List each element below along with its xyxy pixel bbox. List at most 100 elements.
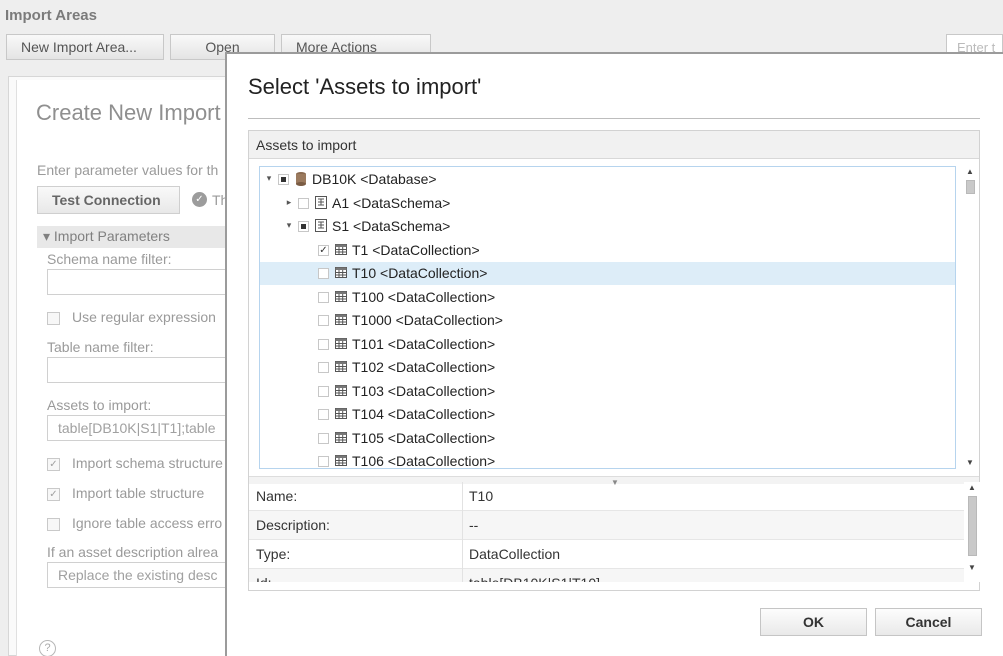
tree-item-label: T100 <DataCollection> — [352, 288, 496, 305]
tree-item-label: T1000 <DataCollection> — [352, 312, 503, 328]
table-filter-label: Table name filter: — [47, 339, 154, 355]
table-icon — [335, 455, 347, 466]
new-import-area-button[interactable]: New Import Area... — [6, 34, 164, 60]
property-key: Name: — [256, 488, 298, 504]
schema-icon — [315, 195, 327, 209]
import-table-checkbox[interactable]: ✓ — [47, 488, 60, 501]
title-divider — [248, 118, 980, 119]
tree-item-checkbox[interactable] — [298, 197, 309, 209]
table-icon — [335, 267, 347, 278]
tree-item-label: T104 <DataCollection> — [352, 406, 496, 422]
tree-item[interactable]: ▸ A1 <DataSchema> — [260, 192, 955, 215]
ignore-errors-label: Ignore table access erro — [72, 515, 223, 531]
tree-item[interactable]: T100 <DataCollection> — [260, 286, 955, 309]
property-row: Description: -- — [249, 511, 964, 540]
cancel-button[interactable]: Cancel — [875, 608, 982, 636]
tree-item[interactable]: T10 <DataCollection> — [260, 262, 955, 285]
section-label: Import Parameters — [53, 228, 170, 244]
tree-item-checkbox[interactable] — [318, 362, 329, 373]
help-icon[interactable]: ? — [39, 640, 56, 656]
schema-filter-input[interactable] — [47, 269, 237, 295]
chevron-right-icon[interactable]: ▸ — [284, 196, 294, 208]
tree-item-checkbox[interactable] — [318, 268, 329, 279]
tree-item-checkbox[interactable] — [318, 409, 329, 420]
table-icon — [335, 337, 347, 349]
form-heading: Create New Import — [36, 100, 221, 125]
test-connection-button[interactable]: Test Connection — [37, 186, 180, 214]
tree-item[interactable]: T104 <DataCollection> — [260, 403, 955, 426]
tree-item-label: S1 <DataSchema> — [332, 218, 451, 234]
properties-scrollbar[interactable]: ▲ ▼ — [964, 482, 980, 582]
database-icon — [296, 172, 306, 186]
tree-item[interactable]: T1000 <DataCollection> — [260, 309, 955, 332]
tree-item-checkbox[interactable] — [318, 291, 329, 303]
props-scroll-up-icon[interactable]: ▲ — [964, 482, 980, 494]
tree-item-checkbox[interactable] — [318, 315, 329, 326]
table-filter-input[interactable] — [47, 357, 237, 383]
property-value: T10 — [469, 488, 494, 504]
tree-item[interactable]: ▾ DB10K <Database> — [260, 168, 955, 191]
props-scroll-down-icon[interactable]: ▼ — [964, 562, 980, 574]
properties-table: Name: T10 Description: -- Type: DataCollectio… — [249, 482, 964, 582]
tree-item-checkbox[interactable] — [278, 174, 289, 185]
tree-item-label: T105 <DataCollection> — [352, 429, 496, 446]
property-row: Type: DataCollection — [249, 540, 964, 569]
table-icon — [335, 408, 347, 419]
tree-item-checkbox[interactable] — [318, 456, 329, 467]
tree-item[interactable]: T106 <DataCollection> — [260, 450, 955, 468]
tree-item-checkbox[interactable] — [298, 221, 309, 232]
tree-item[interactable]: T102 <DataCollection> — [260, 356, 955, 379]
tree-scrollbar[interactable]: ▲ ▼ — [962, 166, 978, 469]
asset-desc-label: If an asset description alrea — [47, 544, 219, 560]
import-parameters-section[interactable]: ▾ Import Parameters — [37, 226, 237, 248]
import-table-label: Import table structure — [72, 485, 205, 501]
page-title: Import Areas — [5, 7, 97, 24]
property-key: Description: — [256, 517, 330, 533]
tree-item[interactable]: ▾ S1 <DataSchema> — [260, 215, 955, 238]
tree-item-label: T102 <DataCollection> — [352, 359, 496, 375]
properties-column-divider — [462, 482, 463, 582]
property-key: Type: — [256, 546, 291, 562]
tree-item-checkbox[interactable] — [318, 432, 329, 444]
assets-label: Assets to import: — [47, 397, 152, 413]
tree-item-checkbox[interactable] — [318, 338, 329, 350]
tree-item-label: T10 <DataCollection> — [352, 265, 488, 281]
scroll-up-arrow-icon[interactable]: ▲ — [962, 166, 978, 178]
property-value: table[DB10K|S1|T10] — [469, 575, 600, 582]
tree-item[interactable]: T101 <DataCollection> — [260, 333, 955, 356]
use-regex-checkbox[interactable] — [47, 312, 60, 325]
tree-item-label: T1 <DataCollection> — [352, 241, 480, 258]
table-icon — [335, 243, 347, 255]
tree-scroll-thumb[interactable] — [966, 180, 975, 194]
table-icon — [335, 431, 347, 443]
replace-select[interactable]: Replace the existing desc — [47, 562, 237, 588]
table-icon — [335, 290, 347, 302]
tree-item[interactable]: T105 <DataCollection> — [260, 427, 955, 450]
use-regex-label: Use regular expression — [72, 309, 216, 325]
assets-input[interactable]: table[DB10K|S1|T1];table — [47, 415, 237, 441]
dialog-title: Select 'Assets to import' — [248, 74, 482, 99]
check-circle-icon: ✓ — [192, 192, 207, 207]
tree-item[interactable]: T103 <DataCollection> — [260, 380, 955, 403]
tree-item[interactable]: ✓ T1 <DataCollection> — [260, 239, 955, 262]
asset-tree[interactable]: ▾ DB10K <Database> ▸ A1 <DataSchema> ▾ S1 <Da… — [259, 166, 956, 469]
select-assets-dialog: Select 'Assets to import' Assets to impo… — [225, 52, 1003, 656]
scroll-down-arrow-icon[interactable]: ▼ — [962, 457, 978, 469]
form-intro: Enter parameter values for th — [37, 162, 219, 178]
ignore-errors-checkbox[interactable] — [47, 518, 60, 531]
schema-filter-label: Schema name filter: — [47, 251, 172, 267]
property-key: Id: — [256, 575, 272, 582]
tree-item-label: T103 <DataCollection> — [352, 382, 496, 399]
schema-icon — [315, 219, 327, 232]
props-scroll-thumb[interactable] — [968, 496, 977, 556]
import-schema-checkbox[interactable]: ✓ — [47, 458, 60, 471]
chevron-down-icon[interactable]: ▾ — [284, 219, 294, 231]
chevron-down-icon[interactable]: ▾ — [264, 172, 274, 184]
tree-item-checkbox[interactable] — [318, 385, 329, 397]
table-icon — [335, 314, 347, 325]
ok-button[interactable]: OK — [760, 608, 867, 636]
table-icon — [335, 384, 347, 396]
tree-item-label: A1 <DataSchema> — [332, 194, 451, 211]
tree-item-checkbox[interactable]: ✓ — [318, 244, 329, 256]
assets-header: Assets to import — [249, 131, 979, 159]
